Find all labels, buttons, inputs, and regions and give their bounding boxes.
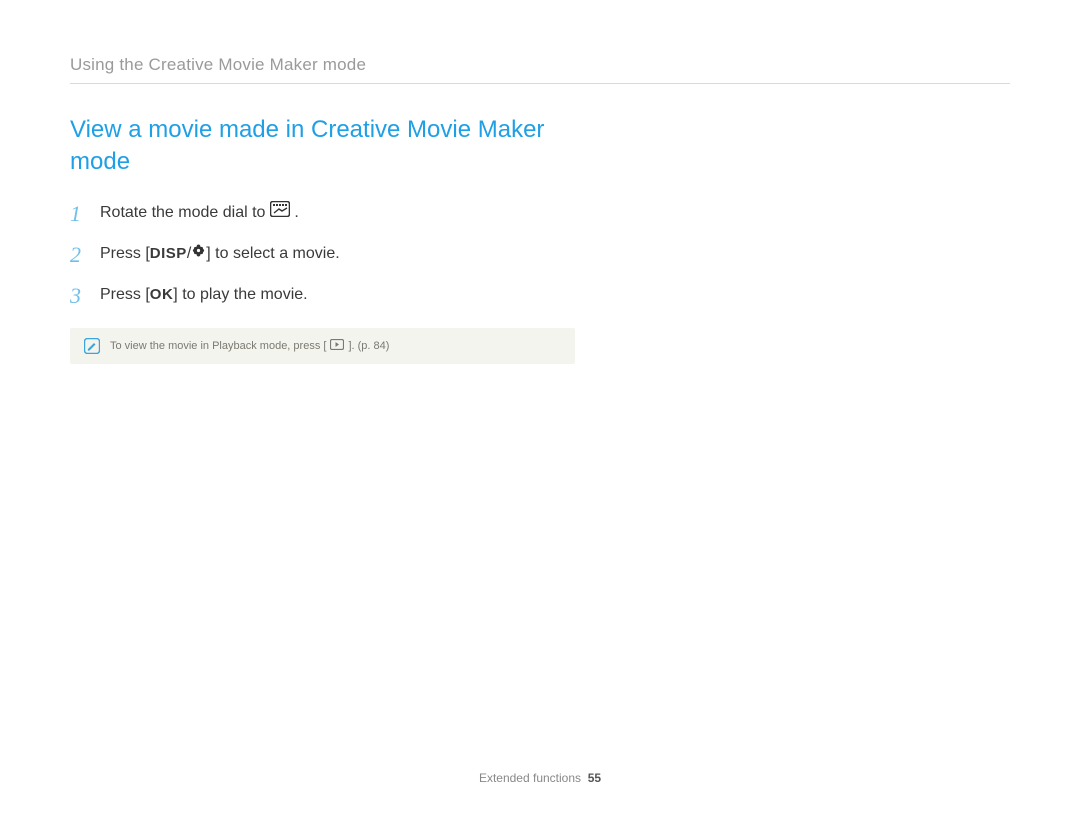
- manual-page: Using the Creative Movie Maker mode View…: [0, 0, 1080, 815]
- step-number: 3: [70, 279, 88, 312]
- step-text: Rotate the mode dial to .: [100, 201, 299, 225]
- disp-button-icon: DISP: [150, 243, 187, 266]
- section-title: View a movie made in Creative Movie Make…: [70, 114, 550, 179]
- step-number: 2: [70, 238, 88, 271]
- page-number: 55: [588, 771, 601, 785]
- page-header: Using the Creative Movie Maker mode: [70, 55, 1010, 84]
- step-text: Press [OK] to play the movie.: [100, 283, 308, 307]
- step-item: 2 Press [DISP/ ] to select a movie.: [70, 238, 590, 271]
- movie-maker-mode-icon: [270, 201, 290, 225]
- step-item: 3 Press [OK] to play the movie.: [70, 279, 590, 312]
- note-box: To view the movie in Playback mode, pres…: [70, 328, 575, 364]
- page-footer: Extended functions 55: [0, 771, 1080, 785]
- steps-list: 1 Rotate the mode dial to .: [70, 197, 590, 312]
- step-text: Press [DISP/ ] to select a movie.: [100, 242, 340, 266]
- note-text: To view the movie in Playback mode, pres…: [110, 339, 389, 353]
- note-pencil-icon: [84, 338, 100, 354]
- step-number: 1: [70, 197, 88, 230]
- playback-icon: [330, 339, 344, 353]
- step-item: 1 Rotate the mode dial to .: [70, 197, 590, 230]
- ok-button-icon: OK: [150, 284, 174, 307]
- macro-flower-icon: [191, 242, 206, 266]
- footer-section: Extended functions: [479, 771, 581, 785]
